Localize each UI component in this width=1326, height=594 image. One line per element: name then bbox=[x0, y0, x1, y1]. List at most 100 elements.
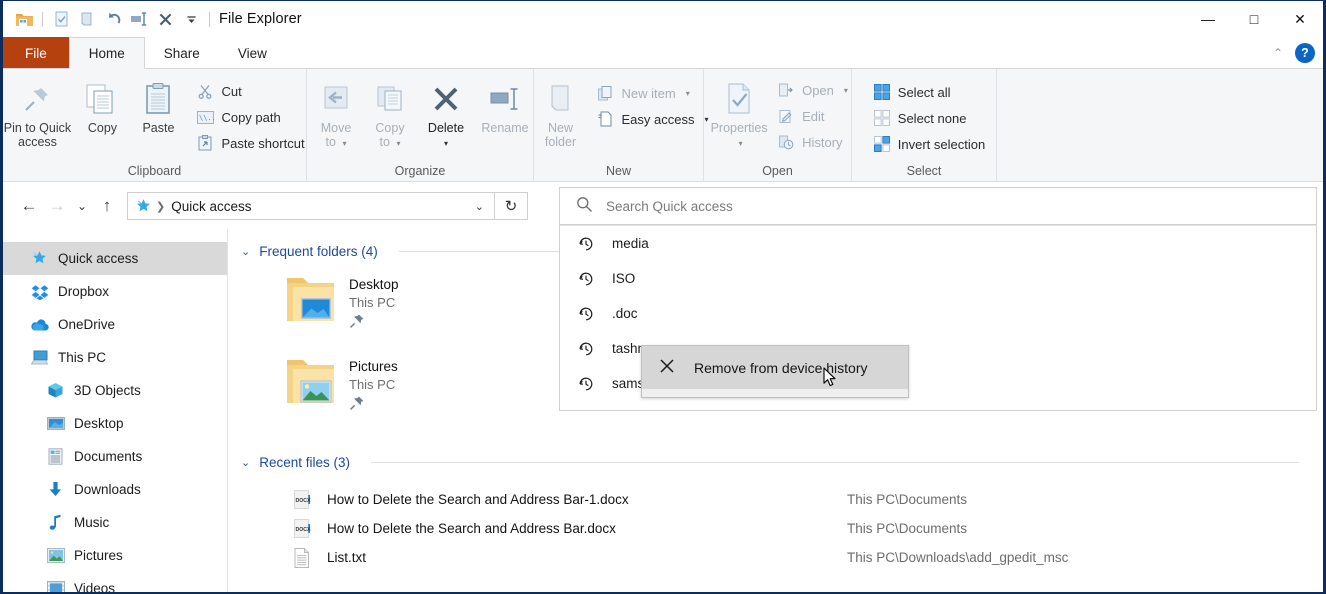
sidebar-item-documents[interactable]: Documents bbox=[3, 440, 227, 473]
select-small-buttons: Select all Select none bbox=[869, 75, 989, 157]
paste-icon bbox=[143, 79, 173, 119]
videos-icon bbox=[46, 579, 65, 593]
sidebar-item-music[interactable]: Music bbox=[3, 506, 227, 539]
downloads-arrow-icon bbox=[46, 480, 65, 499]
search-history-label: sams bbox=[612, 376, 644, 391]
tab-file[interactable]: File bbox=[3, 37, 69, 69]
move-to-button[interactable]: Moveto ▾ bbox=[309, 75, 363, 151]
rename-icon[interactable] bbox=[126, 6, 152, 32]
open-button[interactable]: Open ▾ bbox=[773, 77, 852, 103]
ribbon-group-open: Properties▾ Open ▾ bbox=[704, 69, 852, 182]
sidebar-item-dropbox[interactable]: Dropbox bbox=[3, 275, 227, 308]
edit-button[interactable]: Edit bbox=[773, 103, 852, 129]
copy-icon bbox=[84, 79, 120, 119]
docx-file-icon: DOCX bbox=[291, 490, 313, 509]
properties-button[interactable]: Properties▾ bbox=[707, 75, 771, 151]
quick-access-star-icon bbox=[132, 198, 154, 215]
address-bar[interactable]: ❯ Quick access ⌄ bbox=[127, 192, 495, 220]
breadcrumb-path[interactable]: Quick access bbox=[171, 199, 469, 214]
copy-button[interactable]: Copy bbox=[74, 75, 130, 135]
address-dropdown-icon[interactable]: ⌄ bbox=[469, 200, 490, 213]
help-icon[interactable]: ? bbox=[1295, 43, 1315, 63]
maximize-button[interactable]: □ bbox=[1231, 1, 1277, 37]
search-history-item[interactable]: media bbox=[560, 226, 1316, 261]
recent-files-header[interactable]: ⌄ Recent files (3) bbox=[229, 447, 1323, 477]
back-button[interactable]: ← bbox=[15, 191, 43, 221]
history-clock-icon bbox=[576, 234, 596, 254]
copy-to-button[interactable]: Copyto ▾ bbox=[363, 75, 417, 151]
up-button[interactable]: ↑ bbox=[93, 191, 121, 221]
new-item-button[interactable]: New item ▾ bbox=[593, 80, 713, 106]
sidebar-item-label: This PC bbox=[58, 350, 106, 365]
sidebar-item-downloads[interactable]: Downloads bbox=[3, 473, 227, 506]
select-none-button[interactable]: Select none bbox=[869, 105, 989, 131]
chevron-down-icon[interactable]: ⌄ bbox=[241, 245, 250, 258]
recent-file-row[interactable]: DOCX How to Delete the Search and Addres… bbox=[229, 514, 1323, 543]
recent-file-row[interactable]: DOCX How to Delete the Search and Addres… bbox=[229, 485, 1323, 514]
sidebar-item-label: Pictures bbox=[74, 548, 123, 563]
sidebar-item-3d-objects[interactable]: 3D Objects bbox=[3, 374, 227, 407]
recent-file-row[interactable]: List.txt This PC\Downloads\add_gpedit_ms… bbox=[229, 543, 1323, 572]
recent-locations-button[interactable]: ⌄ bbox=[71, 191, 93, 221]
group-title-organize: Organize bbox=[307, 160, 533, 182]
select-all-button[interactable]: Select all bbox=[869, 79, 989, 105]
sidebar-item-quick-access[interactable]: Quick access bbox=[3, 242, 227, 275]
new-folder-icon[interactable] bbox=[74, 6, 100, 32]
clipboard-small-buttons: Cut \\.. Copy path bbox=[192, 75, 308, 156]
chevron-down-icon[interactable]: ⌄ bbox=[241, 456, 250, 469]
search-history-item[interactable]: ISO bbox=[560, 261, 1316, 296]
tab-share[interactable]: Share bbox=[145, 37, 219, 69]
search-history-item[interactable]: .doc bbox=[560, 296, 1316, 331]
explorer-folder-icon[interactable] bbox=[11, 6, 37, 32]
remove-from-device-history-item[interactable]: Remove from device history bbox=[642, 346, 908, 389]
collapse-ribbon-icon[interactable]: ⌃ bbox=[1273, 46, 1283, 60]
undo-icon[interactable] bbox=[100, 6, 126, 32]
3d-objects-icon bbox=[46, 381, 65, 400]
pin-icon bbox=[20, 79, 54, 119]
paste-button[interactable]: Paste bbox=[130, 75, 186, 135]
easy-access-label: Easy access bbox=[622, 112, 695, 127]
cut-label: Cut bbox=[221, 84, 241, 99]
refresh-button[interactable]: ↻ bbox=[495, 192, 528, 220]
minimize-button[interactable]: — bbox=[1185, 1, 1231, 37]
history-icon bbox=[777, 133, 795, 151]
search-input-placeholder[interactable]: Search Quick access bbox=[606, 199, 733, 214]
search-box[interactable]: Search Quick access bbox=[559, 187, 1317, 225]
tab-view[interactable]: View bbox=[219, 37, 286, 69]
search-icon bbox=[576, 196, 593, 216]
delete-icon[interactable] bbox=[152, 6, 178, 32]
sidebar-item-videos[interactable]: Videos bbox=[3, 572, 227, 593]
sidebar-item-onedrive[interactable]: OneDrive bbox=[3, 308, 227, 341]
customize-caret-icon[interactable] bbox=[178, 6, 204, 32]
ribbon: Pin to Quick access bbox=[3, 69, 1323, 182]
new-item-caret-icon[interactable]: ▾ bbox=[686, 89, 690, 98]
history-button[interactable]: History bbox=[773, 129, 852, 155]
context-menu-label: Remove from device history bbox=[694, 360, 868, 376]
recent-file-path: This PC\Documents bbox=[847, 492, 967, 507]
delete-button[interactable]: Delete▾ bbox=[417, 75, 475, 151]
sidebar-item-pictures[interactable]: Pictures bbox=[3, 539, 227, 572]
dropbox-icon bbox=[30, 282, 49, 301]
paste-shortcut-button[interactable]: Paste shortcut bbox=[192, 130, 308, 156]
pin-to-quick-access-button[interactable]: Pin to Quick access bbox=[0, 75, 74, 149]
close-button[interactable]: ✕ bbox=[1277, 1, 1323, 37]
open-small-buttons: Open ▾ Edit bbox=[773, 75, 852, 155]
cut-button[interactable]: Cut bbox=[192, 78, 308, 104]
copy-path-button[interactable]: \\.. Copy path bbox=[192, 104, 308, 130]
tab-home[interactable]: Home bbox=[69, 37, 145, 69]
new-item-icon bbox=[597, 84, 615, 102]
docx-file-icon: DOCX bbox=[291, 519, 313, 538]
sidebar-item-desktop[interactable]: Desktop bbox=[3, 407, 227, 440]
frequent-folder-name: Pictures bbox=[349, 358, 398, 376]
invert-selection-button[interactable]: Invert selection bbox=[869, 131, 989, 157]
sidebar-item-label: Quick access bbox=[58, 251, 138, 266]
forward-button[interactable]: → bbox=[43, 191, 71, 221]
open-caret-icon[interactable]: ▾ bbox=[844, 86, 848, 95]
easy-access-button[interactable]: Easy access ▾ bbox=[593, 106, 713, 132]
frequent-folder-location: This PC bbox=[349, 376, 398, 394]
new-folder-button[interactable]: Newfolder bbox=[531, 75, 591, 149]
properties-icon[interactable] bbox=[48, 6, 74, 32]
pictures-icon bbox=[46, 546, 65, 565]
desktop-folder-icon bbox=[281, 270, 343, 332]
sidebar-item-this-pc[interactable]: This PC bbox=[3, 341, 227, 374]
